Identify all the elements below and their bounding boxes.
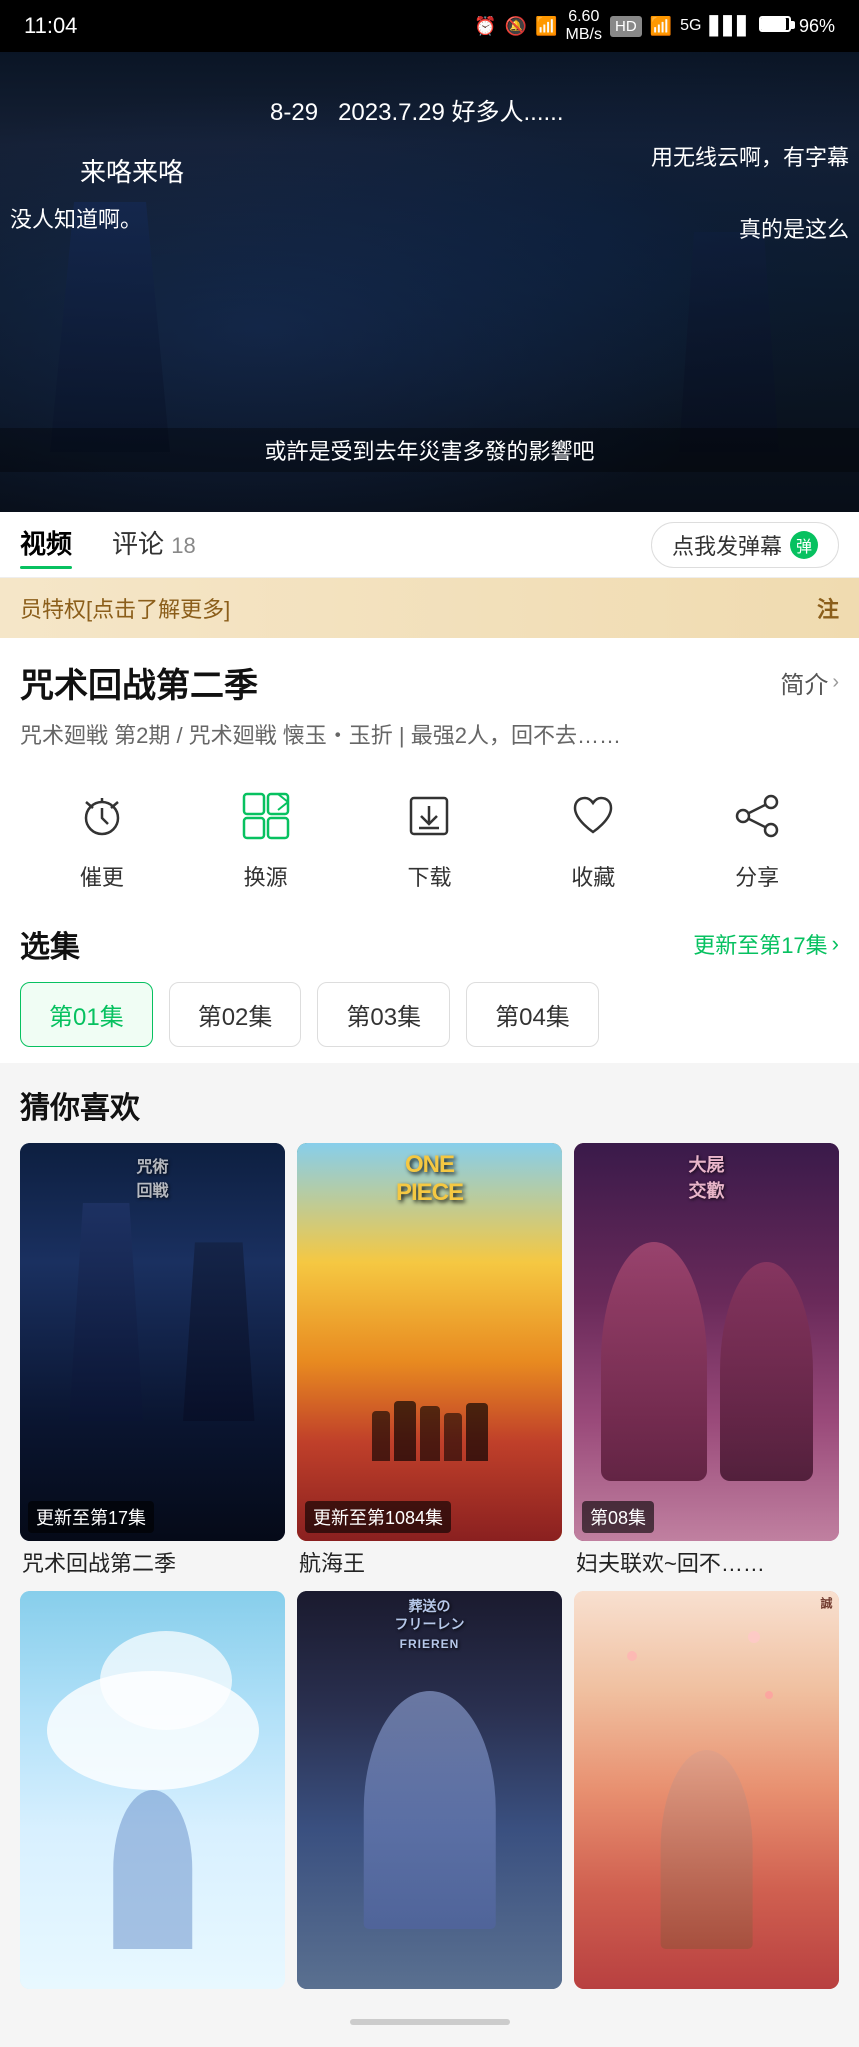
chevron-right-episode-icon: ›: [832, 931, 839, 957]
action-share[interactable]: 分享: [723, 782, 791, 892]
home-indicator: [0, 1997, 859, 2047]
reminder-label: 催更: [80, 860, 124, 892]
comment-nobody: 没人知道啊。: [10, 202, 142, 234]
chevron-right-icon: ›: [832, 671, 839, 694]
badge-fufu: 第08集: [582, 1501, 654, 1533]
intro-button[interactable]: 简介 ›: [780, 665, 839, 700]
alarm-status-icon: ⏰: [474, 16, 496, 37]
member-text: 员特权[点击了解更多]: [20, 592, 230, 624]
content-area: 咒术回战第二季 简介 › 咒术廻戦 第2期 / 咒术廻戦 懐玉・玉折 | 最强2…: [0, 638, 859, 1063]
section-title: 选集: [20, 922, 80, 966]
share-icon: [723, 782, 791, 850]
intro-label: 简介: [780, 665, 828, 700]
danmu-icon: 弹: [790, 531, 818, 559]
episode-section-header: 选集 更新至第17集 ›: [20, 912, 839, 982]
update-info-text: 更新至第17集: [693, 928, 827, 960]
action-download[interactable]: 下载: [395, 782, 463, 892]
switch-source-label: 换源: [244, 860, 288, 892]
thumb-onepiece: ONEPIECE 更新至第1084集: [297, 1143, 562, 1541]
alarm-icon: [68, 782, 136, 850]
name-fufu: 妇夫联欢~回不……: [574, 1549, 839, 1580]
recommendations-section: 猜你喜欢 咒術回戦 更新至第17集 咒术回战第二季: [0, 1063, 859, 1997]
member-join-btn[interactable]: 注: [817, 592, 839, 624]
bluetooth-icon: 📶: [535, 16, 557, 37]
tab-bar: 视频 评论 18 点我发弹幕 弹: [0, 512, 859, 578]
wifi-icon: 📶: [650, 16, 672, 37]
name-onepiece: 航海王: [297, 1549, 562, 1580]
recommend-item-frieren[interactable]: 葬送のフリーレンFRIEREN: [297, 1591, 562, 1997]
thumb-4: [20, 1591, 285, 1989]
comment-laluo: 来咯来咯: [80, 152, 184, 189]
recommend-item-jujutsu[interactable]: 咒術回戦 更新至第17集 咒术回战第二季: [20, 1143, 285, 1579]
update-info-btn[interactable]: 更新至第17集 ›: [693, 928, 839, 960]
member-banner[interactable]: 员特权[点击了解更多] 注: [0, 578, 859, 638]
title-row: 咒术回战第二季 简介 ›: [20, 658, 839, 707]
favorite-label: 收藏: [571, 860, 615, 892]
episode-btn-04[interactable]: 第04集: [466, 982, 599, 1047]
comment-date: 8-29 2023.7.29 好多人......: [270, 92, 564, 127]
badge-onepiece: 更新至第1084集: [305, 1501, 451, 1533]
episode-list: 第01集 第02集 第03集 第04集: [20, 982, 839, 1063]
video-subtitle: 或許是受到去年災害多發的影響吧: [0, 428, 859, 472]
action-reminder[interactable]: 催更: [68, 782, 136, 892]
anime-tags: 咒术廻戦 第2期 / 咒术廻戦 懐玉・玉折 | 最强2人，回不去……: [20, 719, 839, 752]
comment-wireless: 用无线云啊，有字幕: [651, 140, 849, 172]
battery-percent: 96%: [799, 16, 835, 37]
recommend-item-onepiece[interactable]: ONEPIECE 更新至第1084集 航海王: [297, 1143, 562, 1579]
battery-display: [759, 16, 791, 37]
status-icons: ⏰ 🔕 📶 6.60MB/s HD 📶 5G ▋▋▋ 96%: [474, 8, 835, 43]
video-player[interactable]: 8-29 2023.7.29 好多人...... 来咯来咯 用无线云啊，有字幕 …: [0, 52, 859, 512]
danmu-label: 点我发弹幕: [672, 529, 782, 561]
recommend-item-fufu[interactable]: 大屍交歡 第08集 妇夫联欢~回不……: [574, 1143, 839, 1579]
recommend-item-6[interactable]: 誠: [574, 1591, 839, 1997]
signal-bars: ▋▋▋: [709, 16, 751, 37]
episode-btn-03[interactable]: 第03集: [317, 982, 450, 1047]
download-icon: [395, 782, 463, 850]
episode-btn-01[interactable]: 第01集: [20, 982, 153, 1047]
signal-5g: 5G: [680, 17, 701, 35]
heart-icon: [559, 782, 627, 850]
download-label: 下载: [407, 860, 451, 892]
action-favorite[interactable]: 收藏: [559, 782, 627, 892]
recommendations-grid: 咒術回戦 更新至第17集 咒术回战第二季: [20, 1143, 839, 1997]
anime-title: 咒术回战第二季: [20, 658, 258, 707]
thumb-jujutsu: 咒術回戦 更新至第17集: [20, 1143, 285, 1541]
video-background: 8-29 2023.7.29 好多人...... 来咯来咯 用无线云啊，有字幕 …: [0, 52, 859, 512]
status-time: 11:04: [24, 13, 77, 39]
hd-badge: HD: [610, 16, 642, 37]
action-row: 催更 换源: [20, 772, 839, 912]
thumb-6: 誠: [574, 1591, 839, 1989]
status-bar: 11:04 ⏰ 🔕 📶 6.60MB/s HD 📶 5G ▋▋▋ 96%: [0, 0, 859, 52]
time-display: 11:04: [24, 13, 77, 39]
switch-icon: [232, 782, 300, 850]
thumb-frieren: 葬送のフリーレンFRIEREN: [297, 1591, 562, 1989]
recommendations-title: 猜你喜欢: [20, 1083, 839, 1127]
comment-really: 真的是这么: [739, 212, 849, 244]
episode-btn-02[interactable]: 第02集: [169, 982, 302, 1047]
tab-comment[interactable]: 评论 18: [112, 524, 196, 565]
badge-jujutsu: 更新至第17集: [28, 1501, 154, 1533]
speed-display: 6.60MB/s: [566, 8, 602, 43]
name-jujutsu: 咒术回战第二季: [20, 1549, 285, 1580]
share-label: 分享: [735, 860, 779, 892]
tab-video[interactable]: 视频: [20, 524, 72, 565]
silent-icon: 🔕: [505, 16, 527, 37]
action-switch-source[interactable]: 换源: [232, 782, 300, 892]
thumb-fufu: 大屍交歡 第08集: [574, 1143, 839, 1541]
danmu-button[interactable]: 点我发弹幕 弹: [651, 522, 839, 568]
recommend-item-4[interactable]: [20, 1591, 285, 1997]
comment-count: 18: [171, 533, 195, 558]
home-bar: [350, 2019, 510, 2025]
